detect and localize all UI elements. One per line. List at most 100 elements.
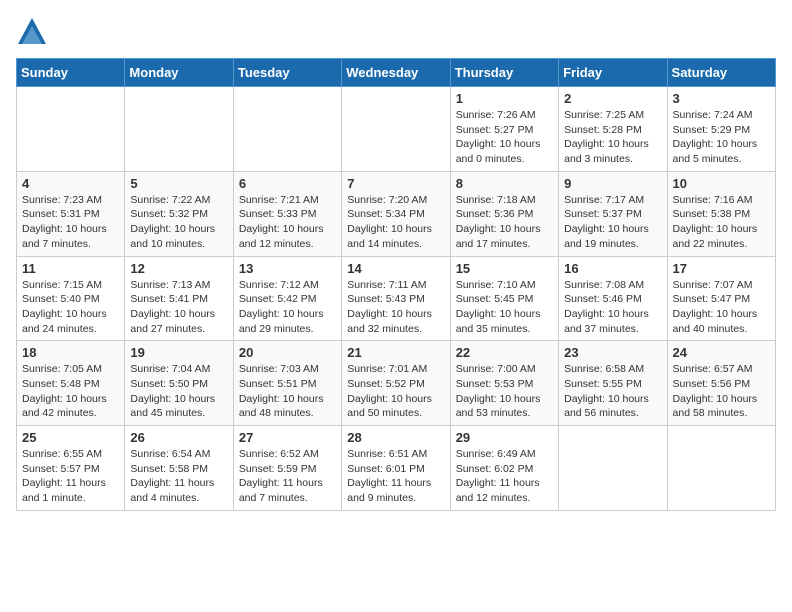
day-number: 9 [564, 176, 661, 191]
day-number: 7 [347, 176, 444, 191]
calendar-cell: 20 Sunrise: 7:03 AM Sunset: 5:51 PM Dayli… [233, 341, 341, 426]
day-number: 15 [456, 261, 553, 276]
day-number: 25 [22, 430, 119, 445]
day-info: Sunrise: 7:00 AM Sunset: 5:53 PM Dayligh… [456, 362, 553, 421]
calendar-cell: 1 Sunrise: 7:26 AM Sunset: 5:27 PM Daylig… [450, 87, 558, 172]
calendar-cell: 6 Sunrise: 7:21 AM Sunset: 5:33 PM Daylig… [233, 171, 341, 256]
day-info: Sunrise: 6:57 AM Sunset: 5:56 PM Dayligh… [673, 362, 770, 421]
day-info: Sunrise: 7:15 AM Sunset: 5:40 PM Dayligh… [22, 278, 119, 337]
day-number: 21 [347, 345, 444, 360]
calendar-cell: 25 Sunrise: 6:55 AM Sunset: 5:57 PM Dayli… [17, 426, 125, 511]
calendar-cell: 27 Sunrise: 6:52 AM Sunset: 5:59 PM Dayli… [233, 426, 341, 511]
calendar-cell: 18 Sunrise: 7:05 AM Sunset: 5:48 PM Dayli… [17, 341, 125, 426]
day-info: Sunrise: 7:24 AM Sunset: 5:29 PM Dayligh… [673, 108, 770, 167]
calendar-cell: 29 Sunrise: 6:49 AM Sunset: 6:02 PM Dayli… [450, 426, 558, 511]
weekday-header-saturday: Saturday [667, 59, 775, 87]
day-info: Sunrise: 7:20 AM Sunset: 5:34 PM Dayligh… [347, 193, 444, 252]
calendar-cell [559, 426, 667, 511]
calendar-cell: 5 Sunrise: 7:22 AM Sunset: 5:32 PM Daylig… [125, 171, 233, 256]
day-number: 28 [347, 430, 444, 445]
day-info: Sunrise: 7:08 AM Sunset: 5:46 PM Dayligh… [564, 278, 661, 337]
weekday-header-wednesday: Wednesday [342, 59, 450, 87]
day-info: Sunrise: 7:21 AM Sunset: 5:33 PM Dayligh… [239, 193, 336, 252]
day-number: 10 [673, 176, 770, 191]
day-number: 17 [673, 261, 770, 276]
day-info: Sunrise: 7:12 AM Sunset: 5:42 PM Dayligh… [239, 278, 336, 337]
day-number: 8 [456, 176, 553, 191]
calendar-cell: 26Sunrise: 6:54 AM Sunset: 5:58 PM Dayli… [125, 426, 233, 511]
calendar-cell: 22Sunrise: 7:00 AM Sunset: 5:53 PM Dayli… [450, 341, 558, 426]
calendar-cell: 8 Sunrise: 7:18 AM Sunset: 5:36 PM Daylig… [450, 171, 558, 256]
week-row-5: 25 Sunrise: 6:55 AM Sunset: 5:57 PM Dayli… [17, 426, 776, 511]
day-info: Sunrise: 7:16 AM Sunset: 5:38 PM Dayligh… [673, 193, 770, 252]
calendar-cell: 24 Sunrise: 6:57 AM Sunset: 5:56 PM Dayli… [667, 341, 775, 426]
day-info: Sunrise: 7:03 AM Sunset: 5:51 PM Dayligh… [239, 362, 336, 421]
day-number: 18 [22, 345, 119, 360]
calendar-cell [125, 87, 233, 172]
calendar-cell: 12 Sunrise: 7:13 AM Sunset: 5:41 PM Dayli… [125, 256, 233, 341]
calendar-cell: 3Sunrise: 7:24 AM Sunset: 5:29 PM Daylig… [667, 87, 775, 172]
day-number: 24 [673, 345, 770, 360]
weekday-header-row: SundayMondayTuesdayWednesdayThursdayFrid… [17, 59, 776, 87]
day-number: 26 [130, 430, 227, 445]
calendar-cell [17, 87, 125, 172]
calendar-cell: 14 Sunrise: 7:11 AM Sunset: 5:43 PM Dayli… [342, 256, 450, 341]
week-row-3: 11 Sunrise: 7:15 AM Sunset: 5:40 PM Dayli… [17, 256, 776, 341]
week-row-2: 4 Sunrise: 7:23 AM Sunset: 5:31 PM Daylig… [17, 171, 776, 256]
day-number: 14 [347, 261, 444, 276]
day-info: Sunrise: 7:01 AM Sunset: 5:52 PM Dayligh… [347, 362, 444, 421]
day-info: Sunrise: 7:11 AM Sunset: 5:43 PM Dayligh… [347, 278, 444, 337]
day-info: Sunrise: 6:55 AM Sunset: 5:57 PM Dayligh… [22, 447, 119, 506]
day-number: 23 [564, 345, 661, 360]
day-info: Sunrise: 7:13 AM Sunset: 5:41 PM Dayligh… [130, 278, 227, 337]
day-info: Sunrise: 7:04 AM Sunset: 5:50 PM Dayligh… [130, 362, 227, 421]
calendar-cell: 28 Sunrise: 6:51 AM Sunset: 6:01 PM Dayli… [342, 426, 450, 511]
day-number: 5 [130, 176, 227, 191]
day-info: Sunrise: 6:49 AM Sunset: 6:02 PM Dayligh… [456, 447, 553, 506]
page-header [16, 16, 776, 48]
day-info: Sunrise: 6:58 AM Sunset: 5:55 PM Dayligh… [564, 362, 661, 421]
calendar-cell: 23 Sunrise: 6:58 AM Sunset: 5:55 PM Dayli… [559, 341, 667, 426]
week-row-1: 1 Sunrise: 7:26 AM Sunset: 5:27 PM Daylig… [17, 87, 776, 172]
calendar-cell: 9 Sunrise: 7:17 AM Sunset: 5:37 PM Daylig… [559, 171, 667, 256]
week-row-4: 18 Sunrise: 7:05 AM Sunset: 5:48 PM Dayli… [17, 341, 776, 426]
day-info: Sunrise: 7:17 AM Sunset: 5:37 PM Dayligh… [564, 193, 661, 252]
calendar-cell: 11 Sunrise: 7:15 AM Sunset: 5:40 PM Dayli… [17, 256, 125, 341]
day-number: 12 [130, 261, 227, 276]
day-info: Sunrise: 7:26 AM Sunset: 5:27 PM Dayligh… [456, 108, 553, 167]
weekday-header-friday: Friday [559, 59, 667, 87]
day-number: 29 [456, 430, 553, 445]
day-number: 6 [239, 176, 336, 191]
day-info: Sunrise: 7:18 AM Sunset: 5:36 PM Dayligh… [456, 193, 553, 252]
day-info: Sunrise: 7:23 AM Sunset: 5:31 PM Dayligh… [22, 193, 119, 252]
calendar-cell: 16Sunrise: 7:08 AM Sunset: 5:46 PM Dayli… [559, 256, 667, 341]
calendar-cell: 19Sunrise: 7:04 AM Sunset: 5:50 PM Dayli… [125, 341, 233, 426]
calendar-cell: 15Sunrise: 7:10 AM Sunset: 5:45 PM Dayli… [450, 256, 558, 341]
calendar-cell: 21 Sunrise: 7:01 AM Sunset: 5:52 PM Dayli… [342, 341, 450, 426]
logo-icon [16, 16, 48, 48]
calendar-cell: 7 Sunrise: 7:20 AM Sunset: 5:34 PM Daylig… [342, 171, 450, 256]
logo [16, 16, 52, 48]
calendar-cell [342, 87, 450, 172]
weekday-header-sunday: Sunday [17, 59, 125, 87]
day-number: 1 [456, 91, 553, 106]
day-number: 4 [22, 176, 119, 191]
day-number: 13 [239, 261, 336, 276]
calendar-table: SundayMondayTuesdayWednesdayThursdayFrid… [16, 58, 776, 511]
day-info: Sunrise: 7:25 AM Sunset: 5:28 PM Dayligh… [564, 108, 661, 167]
day-number: 2 [564, 91, 661, 106]
calendar-cell [667, 426, 775, 511]
weekday-header-monday: Monday [125, 59, 233, 87]
day-number: 20 [239, 345, 336, 360]
day-number: 11 [22, 261, 119, 276]
day-info: Sunrise: 7:05 AM Sunset: 5:48 PM Dayligh… [22, 362, 119, 421]
day-info: Sunrise: 7:22 AM Sunset: 5:32 PM Dayligh… [130, 193, 227, 252]
calendar-cell: 10 Sunrise: 7:16 AM Sunset: 5:38 PM Dayli… [667, 171, 775, 256]
day-info: Sunrise: 7:07 AM Sunset: 5:47 PM Dayligh… [673, 278, 770, 337]
day-info: Sunrise: 6:51 AM Sunset: 6:01 PM Dayligh… [347, 447, 444, 506]
day-number: 27 [239, 430, 336, 445]
calendar-cell: 13 Sunrise: 7:12 AM Sunset: 5:42 PM Dayli… [233, 256, 341, 341]
calendar-cell: 4 Sunrise: 7:23 AM Sunset: 5:31 PM Daylig… [17, 171, 125, 256]
day-info: Sunrise: 6:52 AM Sunset: 5:59 PM Dayligh… [239, 447, 336, 506]
weekday-header-tuesday: Tuesday [233, 59, 341, 87]
